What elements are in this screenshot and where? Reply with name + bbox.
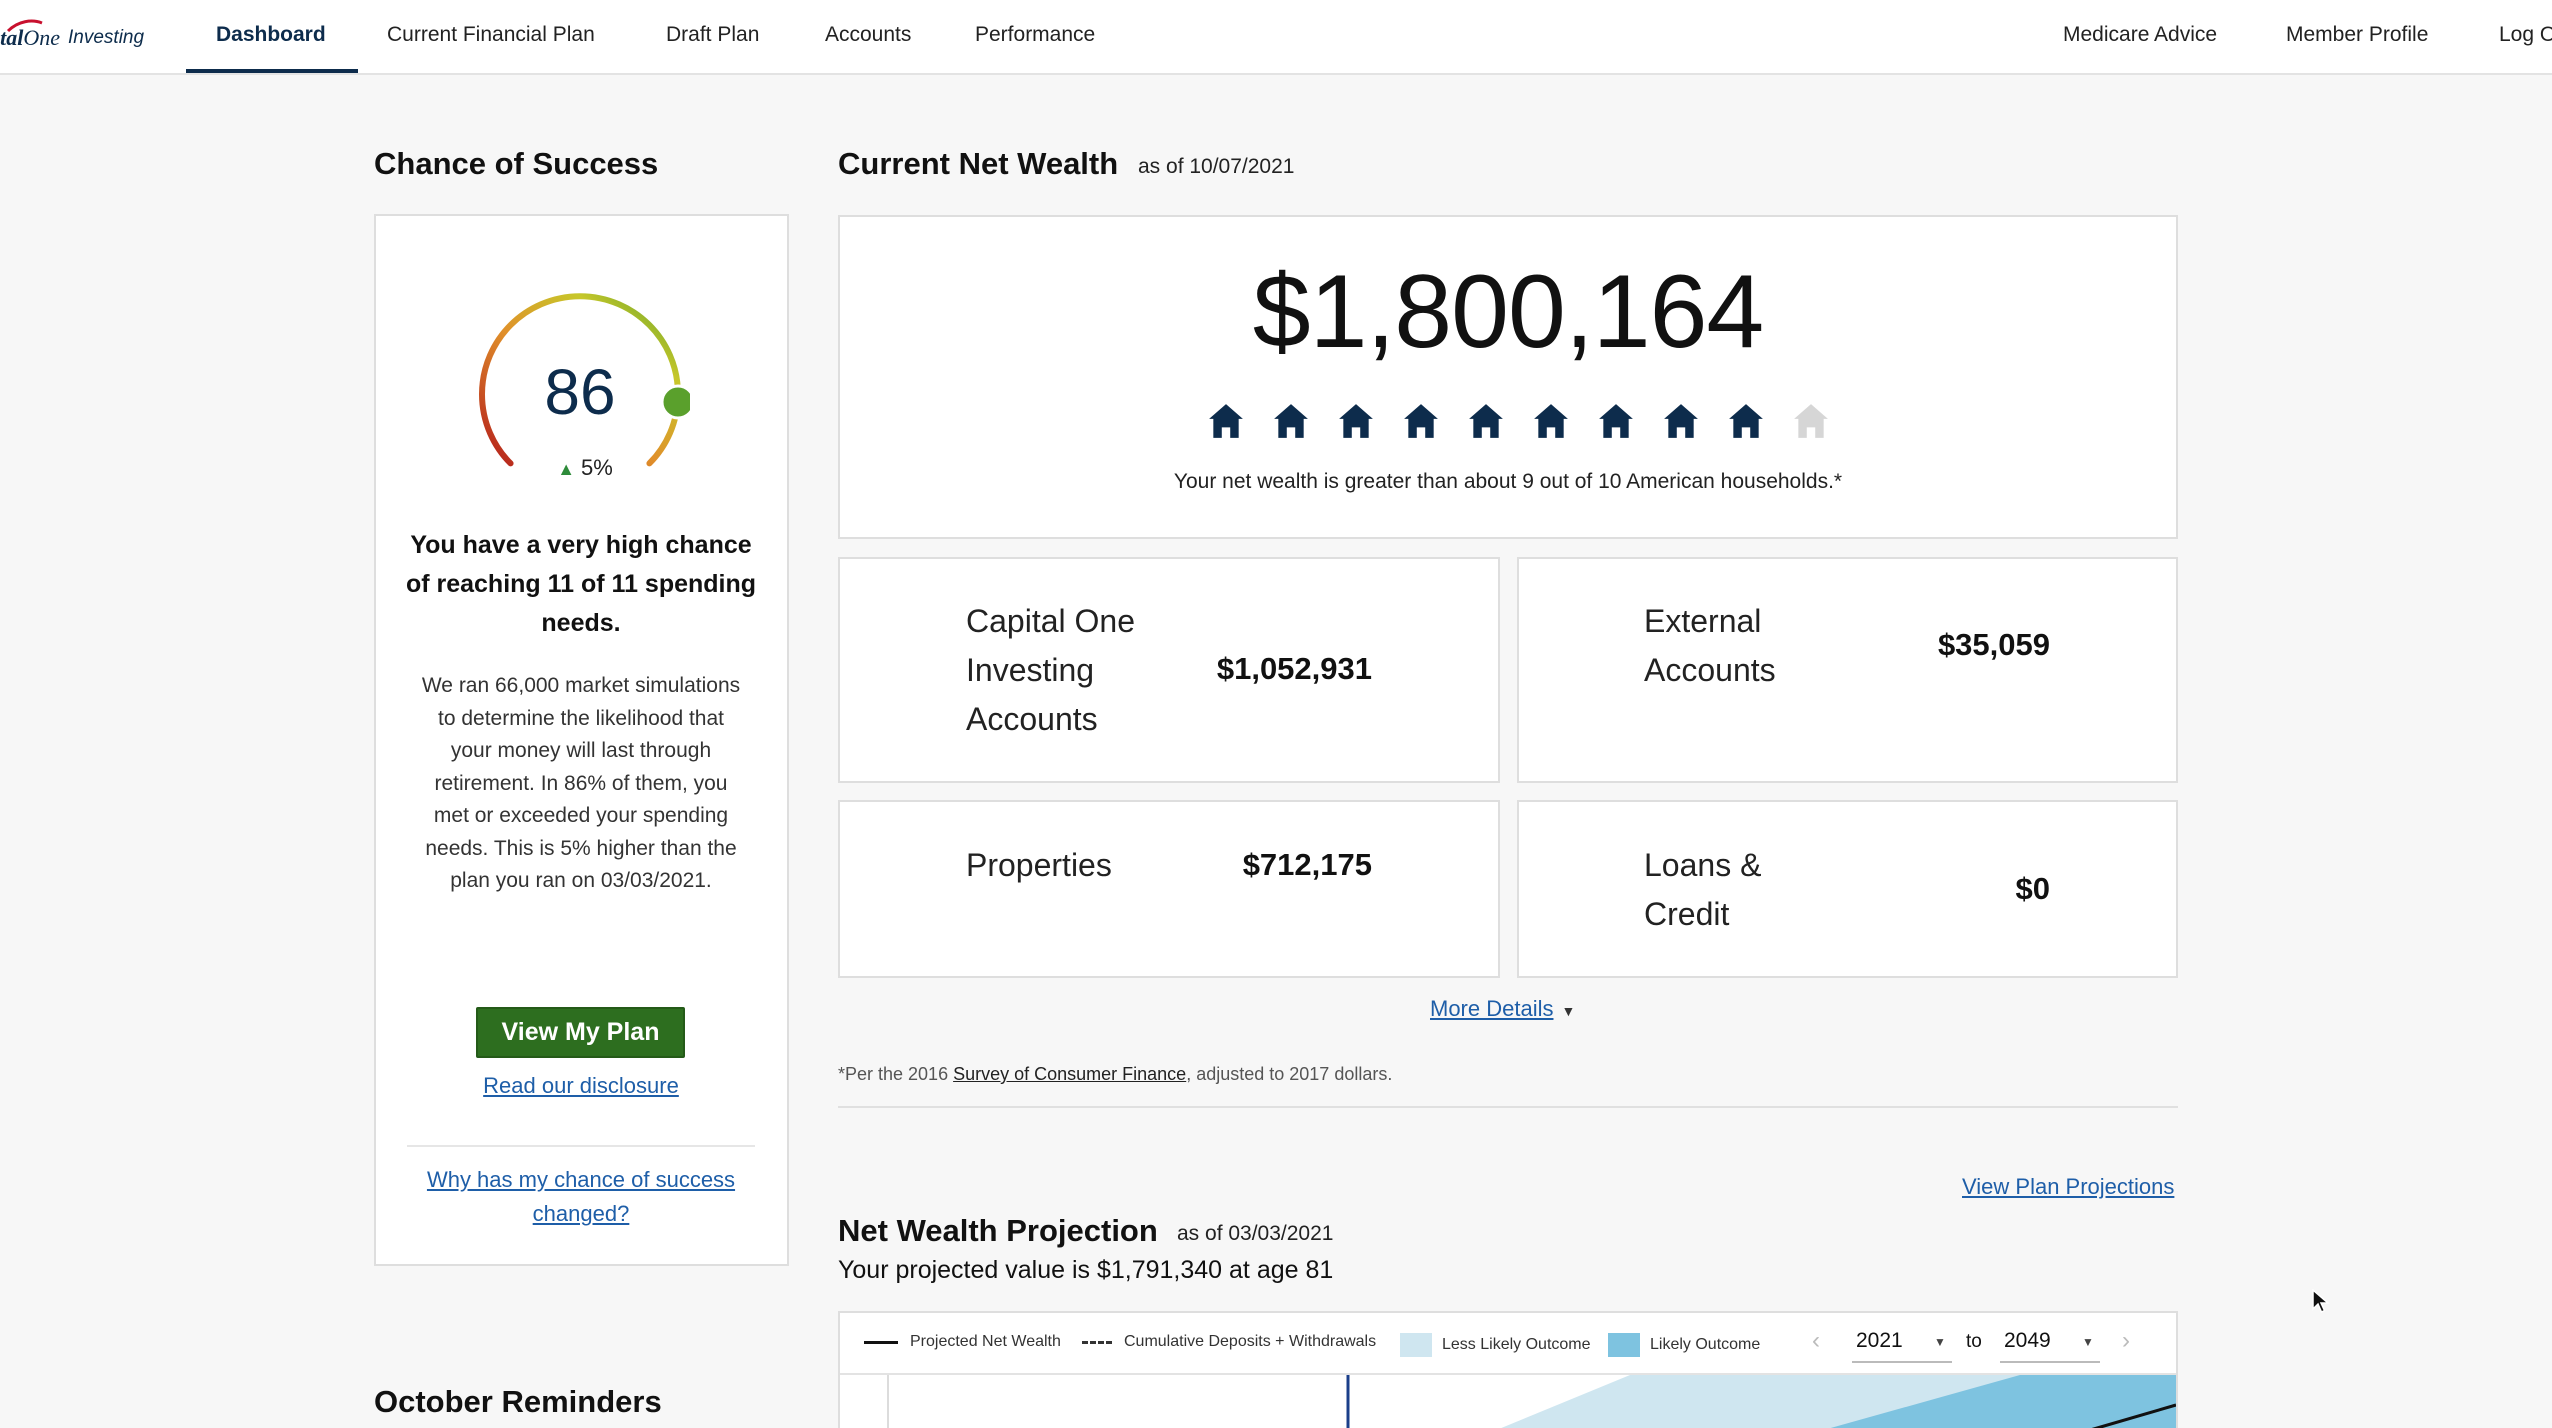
loans-credit-tile[interactable] bbox=[1517, 800, 2178, 978]
why-chance-changed-link[interactable]: Why has my chance of success changed? bbox=[410, 1163, 752, 1231]
year-to-select[interactable]: 2049 bbox=[2004, 1329, 2051, 1353]
legend-less-likely-outcome: Less Likely Outcome bbox=[1400, 1333, 1591, 1357]
legend-label: Cumulative Deposits + Withdrawals bbox=[1124, 1333, 1377, 1350]
active-tab-indicator bbox=[186, 69, 358, 73]
house-filled-icon bbox=[1453, 402, 1518, 448]
logo-swoosh-icon bbox=[6, 19, 43, 33]
color-swatch bbox=[1400, 1333, 1432, 1357]
logo-wordmark: italOne bbox=[0, 19, 60, 51]
house-empty-icon bbox=[1778, 402, 1843, 448]
survey-of-consumer-finance-link[interactable]: Survey of Consumer Finance bbox=[953, 1064, 1186, 1084]
properties-tile[interactable] bbox=[838, 800, 1500, 978]
up-triangle-icon: ▲ bbox=[557, 459, 576, 479]
capital-one-accounts-tile[interactable] bbox=[838, 557, 1500, 783]
more-details-toggle[interactable]: More Details ▼ bbox=[1430, 996, 1575, 1022]
net-wealth-comparison-note: Your net wealth is greater than about 9 … bbox=[1173, 470, 1843, 493]
logo-subtext: Investing bbox=[68, 27, 145, 48]
net-wealth-projection-heading: Net Wealth Projection bbox=[838, 1213, 1158, 1248]
success-delta-value: 5% bbox=[581, 455, 613, 480]
nav-medicare-advice[interactable]: Medicare Advice bbox=[2063, 0, 2217, 73]
year-from-underline bbox=[1852, 1361, 1952, 1363]
top-navigation: italOne Investing Dashboard Current Fina… bbox=[0, 0, 2552, 75]
year-range-to: to bbox=[1966, 1331, 1982, 1352]
success-score: 86 bbox=[544, 356, 616, 428]
nav-performance[interactable]: Performance bbox=[975, 0, 1095, 73]
legend-label: Likely Outcome bbox=[1650, 1336, 1761, 1353]
house-filled-icon bbox=[1323, 402, 1388, 448]
footnote-prefix: *Per the 2016 bbox=[838, 1064, 954, 1084]
tile-value: $0 bbox=[2015, 871, 2050, 906]
house-filled-icon bbox=[1258, 402, 1323, 448]
legend-cumulative-deposits: Cumulative Deposits + Withdrawals bbox=[1082, 1333, 1376, 1351]
tile-label: Capital One Investing Accounts bbox=[966, 603, 1135, 737]
house-filled-icon bbox=[1388, 402, 1453, 448]
read-disclosure-link[interactable]: Read our disclosure bbox=[430, 1073, 732, 1099]
nav-member-profile[interactable]: Member Profile bbox=[2286, 0, 2428, 73]
divider bbox=[838, 1106, 2178, 1108]
house-filled-icon bbox=[1193, 402, 1258, 448]
dashed-line-swatch bbox=[1082, 1340, 1112, 1344]
capital-one-investing-logo[interactable]: italOne Investing bbox=[0, 18, 144, 58]
caret-down-icon: ▼ bbox=[1561, 1003, 1576, 1019]
tile-value: $1,052,931 bbox=[1216, 651, 1372, 686]
chance-of-success-heading: Chance of Success bbox=[374, 146, 659, 181]
next-range-arrow-icon[interactable]: › bbox=[2122, 1327, 2130, 1355]
projected-value-text: Your projected value is $1,791,340 at ag… bbox=[838, 1256, 1334, 1284]
house-filled-icon bbox=[1518, 402, 1583, 448]
chevron-down-icon[interactable]: ▼ bbox=[1934, 1335, 1946, 1349]
tile-label: External Accounts bbox=[1644, 603, 1776, 688]
legend-projected-net-wealth: Projected Net Wealth bbox=[864, 1333, 1061, 1351]
projection-as-of: as of 03/03/2021 bbox=[1177, 1222, 1334, 1245]
house-filled-icon bbox=[1648, 402, 1713, 448]
year-from-select[interactable]: 2021 bbox=[1856, 1329, 1903, 1353]
previous-range-arrow-icon[interactable]: ‹ bbox=[1812, 1327, 1820, 1355]
view-my-plan-button[interactable]: View My Plan bbox=[476, 1007, 685, 1058]
survey-footnote: *Per the 2016 Survey of Consumer Finance… bbox=[838, 1064, 1392, 1085]
nav-current-financial-plan[interactable]: Current Financial Plan bbox=[387, 0, 595, 73]
legend-label: Projected Net Wealth bbox=[910, 1333, 1061, 1350]
current-net-wealth-heading: Current Net Wealth bbox=[838, 146, 1119, 181]
october-reminders-heading: October Reminders bbox=[374, 1384, 662, 1419]
nav-log-out[interactable]: Log O bbox=[2499, 0, 2552, 73]
net-wealth-as-of: as of 10/07/2021 bbox=[1138, 155, 1295, 178]
net-wealth-amount: $1,800,164 bbox=[1252, 254, 1765, 370]
nav-draft-plan[interactable]: Draft Plan bbox=[666, 0, 759, 73]
success-headline: You have a very high chance of reaching … bbox=[405, 531, 757, 637]
external-accounts-tile[interactable] bbox=[1517, 557, 2178, 783]
solid-line-swatch bbox=[864, 1340, 898, 1344]
chevron-down-icon[interactable]: ▼ bbox=[2082, 1335, 2094, 1349]
gauge-marker bbox=[660, 384, 690, 420]
chart-legend: Projected Net Wealth Cumulative Deposits… bbox=[840, 1313, 2176, 1375]
nav-accounts[interactable]: Accounts bbox=[825, 0, 911, 73]
tile-label: Properties bbox=[966, 847, 1112, 883]
legend-likely-outcome: Likely Outcome bbox=[1608, 1333, 1760, 1357]
success-explanation: We ran 66,000 market simulations to dete… bbox=[421, 674, 741, 892]
tile-label: Loans & Credit bbox=[1644, 847, 1762, 932]
mouse-cursor-icon bbox=[2312, 1289, 2330, 1314]
household-comparison-icons bbox=[1193, 402, 1843, 448]
success-delta: ▲ 5% bbox=[545, 455, 625, 481]
nav-dashboard[interactable]: Dashboard bbox=[216, 0, 326, 73]
house-filled-icon bbox=[1583, 402, 1648, 448]
projection-plot-area bbox=[887, 1375, 2176, 1428]
tile-value: $35,059 bbox=[1937, 627, 2050, 662]
footnote-suffix: , adjusted to 2017 dollars. bbox=[1186, 1064, 1393, 1084]
year-to-underline bbox=[2000, 1361, 2100, 1363]
divider bbox=[407, 1145, 755, 1147]
color-swatch bbox=[1608, 1333, 1640, 1357]
tile-value: $712,175 bbox=[1242, 847, 1372, 882]
projection-chart: Projected Net Wealth Cumulative Deposits… bbox=[838, 1311, 2178, 1428]
house-filled-icon bbox=[1713, 402, 1778, 448]
view-plan-projections-link[interactable]: View Plan Projections bbox=[1962, 1174, 2174, 1200]
legend-label: Less Likely Outcome bbox=[1442, 1336, 1591, 1353]
more-details-label: More Details bbox=[1430, 996, 1554, 1021]
